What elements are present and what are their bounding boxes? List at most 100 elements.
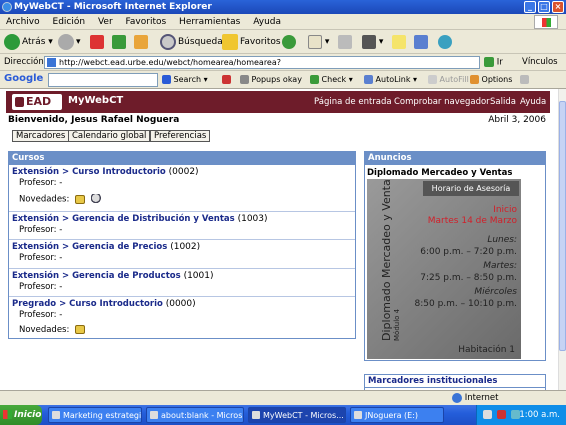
close-button[interactable]: × [552, 1, 564, 13]
autofill-button[interactable]: AutoFill [428, 74, 469, 86]
research-button[interactable] [414, 33, 428, 51]
autolink-icon [364, 75, 373, 84]
messenger-icon [438, 34, 452, 49]
network-icon[interactable] [511, 410, 520, 419]
poster-header: Horario de Asesoría [423, 181, 519, 196]
system-tray: 01:00 a.m. [476, 405, 566, 425]
spell-check-button[interactable]: Check ▾ [310, 74, 353, 86]
cursos-title: Cursos [9, 152, 355, 165]
menu-favoritos[interactable]: Favoritos [126, 17, 167, 27]
course-link[interactable]: Extensión > Curso Introductorio [12, 167, 166, 177]
course-link[interactable]: Extensión > Gerencia de Distribución y V… [12, 214, 235, 224]
mail-button[interactable]: ▾ [308, 33, 329, 51]
course-novedades: Novedades: [19, 325, 352, 335]
home-button[interactable] [134, 33, 148, 51]
refresh-button[interactable] [112, 33, 126, 51]
search-discussion-icon[interactable] [90, 194, 103, 204]
marcadores-title: Marcadores institucionales [365, 375, 545, 388]
marcadores-button[interactable]: Marcadores [12, 130, 70, 142]
search-button[interactable]: Búsqueda [160, 33, 223, 51]
go-button[interactable]: Ir [484, 57, 503, 68]
edit-icon [362, 34, 376, 49]
discuss-button[interactable] [392, 33, 406, 51]
menu-edicion[interactable]: Edición [53, 17, 86, 27]
course-link[interactable]: Pregrado > Curso Introductorio [12, 299, 163, 309]
go-arrow-icon [484, 57, 494, 67]
preferencias-button[interactable]: Preferencias [150, 130, 211, 142]
course-code: (0002) [168, 167, 199, 177]
page-icon [47, 58, 56, 67]
minimize-button[interactable]: _ [524, 1, 536, 13]
history-icon [282, 34, 296, 49]
back-button[interactable]: Atrás ▾ [4, 33, 53, 51]
edit-button[interactable]: ▾ [362, 33, 383, 51]
poster-vertical-title: Diplomado Mercadeo y Ventas Módulo 4 [380, 179, 401, 341]
course-code: (1003) [237, 214, 268, 224]
link-ayuda[interactable]: Ayuda [520, 97, 546, 107]
autolink-button[interactable]: AutoLink ▾ [364, 74, 417, 86]
star-icon [222, 33, 238, 50]
links-toolbar[interactable]: Vínculos [522, 57, 558, 67]
autofill-icon [428, 75, 437, 84]
window-title: MyWebCT - Microsoft Internet Explorer [14, 2, 212, 12]
course-row: Extensión > Gerencia de Precios (1002) P… [9, 240, 355, 269]
anuncios-title: Anuncios [365, 152, 545, 165]
clock: 01:00 a.m. [513, 410, 560, 420]
poster-miercoles-hours: 8:50 p.m. – 10:10 p.m. [414, 299, 518, 309]
pagerank-icon [222, 74, 231, 86]
address-input[interactable]: http://webct.ead.urbe.edu/webct/homearea… [44, 56, 480, 69]
course-row: Extensión > Gerencia de Distribución y V… [9, 212, 355, 240]
link-comprobar-navegador[interactable]: Comprobar navegador [394, 97, 490, 107]
task-jnoguera-drive[interactable]: JNoguera (E:) [350, 407, 444, 423]
task-marketing[interactable]: Marketing estrategic... [48, 407, 142, 423]
calendario-global-button[interactable]: Calendario global [68, 130, 151, 142]
google-logo[interactable]: Google [4, 73, 43, 85]
window-title-bar: MyWebCT - Microsoft Internet Explorer _ … [0, 0, 566, 14]
menu-archivo[interactable]: Archivo [6, 17, 40, 27]
new-items-icon[interactable] [75, 194, 86, 204]
google-search-input[interactable] [48, 73, 158, 87]
course-link[interactable]: Extensión > Gerencia de Precios [12, 242, 167, 252]
print-button[interactable] [338, 33, 352, 51]
link-pagina-entrada[interactable]: Página de entrada [314, 97, 392, 107]
ead-logo: EAD [12, 94, 62, 110]
scroll-thumb[interactable] [559, 101, 566, 351]
announcement-poster: Horario de Asesoría Inicio Martes 14 de … [367, 179, 521, 359]
menu-ayuda[interactable]: Ayuda [253, 17, 281, 27]
cursos-panel: Cursos Extensión > Curso Introductorio (… [8, 151, 356, 339]
menu-ver[interactable]: Ver [98, 17, 113, 27]
windows-logo-icon [534, 15, 558, 29]
highlight-icon[interactable] [520, 74, 529, 86]
poster-martes-hours: 7:25 p.m. – 8:50 p.m. [420, 273, 517, 283]
help-icon[interactable] [483, 410, 492, 419]
task-mywebct[interactable]: MyWebCT - Micros... [248, 407, 346, 423]
history-button[interactable] [282, 33, 296, 51]
course-profesor: Profesor: - [19, 178, 63, 188]
menu-herramientas[interactable]: Herramientas [179, 17, 240, 27]
poster-miercoles: Miércoles [474, 287, 517, 297]
google-search-icon [162, 75, 171, 84]
task-about-blank[interactable]: about:blank - Micros... [146, 407, 244, 423]
link-salida[interactable]: Salida [490, 97, 516, 107]
poster-start: Inicio Martes 14 de Marzo [427, 205, 517, 226]
vertical-scrollbar[interactable] [558, 89, 566, 390]
options-icon [470, 75, 479, 84]
popups-button[interactable]: Popups okay [240, 74, 302, 86]
options-button[interactable]: Options [470, 74, 512, 86]
course-novedades: Novedades: [19, 194, 352, 205]
new-items-icon[interactable] [75, 325, 86, 334]
popup-blocker-icon [240, 75, 249, 84]
course-code: (1001) [183, 271, 214, 281]
messenger-button[interactable] [438, 33, 452, 51]
course-link[interactable]: Extensión > Gerencia de Productos [12, 271, 181, 281]
maximize-button[interactable]: □ [538, 1, 550, 13]
stop-button[interactable] [90, 33, 104, 51]
forward-button[interactable]: ▾ [58, 33, 81, 51]
favorites-button[interactable]: Favoritos [222, 33, 281, 51]
google-search-button[interactable]: Search ▾ [162, 74, 208, 86]
start-button[interactable]: Inicio [0, 405, 42, 425]
security-shield-icon[interactable] [497, 410, 506, 419]
course-profesor: Profesor: - [19, 253, 63, 263]
course-code: (0000) [165, 299, 196, 309]
course-row: Extensión > Curso Introductorio (0002) P… [9, 165, 355, 212]
